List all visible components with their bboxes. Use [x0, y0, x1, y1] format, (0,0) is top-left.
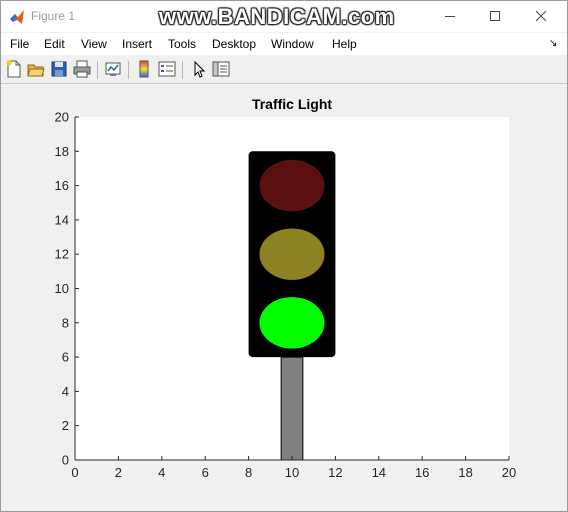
y-tick-label: 20 [55, 110, 69, 125]
menu-window[interactable]: Window [271, 37, 314, 51]
matlab-logo-icon [10, 10, 24, 24]
x-tick-label: 20 [502, 465, 516, 480]
toolbar-separator [97, 61, 98, 79]
y-tick-label: 2 [62, 418, 69, 433]
new-figure-icon[interactable] [5, 60, 23, 78]
bandicam-watermark: www.BANDICAM.com [159, 4, 395, 29]
close-button[interactable] [518, 1, 564, 32]
x-tick-label: 0 [71, 465, 78, 480]
edit-plot-arrow-icon[interactable] [190, 60, 208, 78]
menu-desktop[interactable]: Desktop [212, 37, 256, 51]
x-tick-label: 4 [158, 465, 165, 480]
title-bar[interactable]: Figure 1 www.BANDICAM.com [1, 1, 567, 32]
x-tick-label: 12 [328, 465, 342, 480]
light-yellow [259, 228, 325, 280]
insert-legend-icon[interactable] [158, 60, 176, 78]
figure-canvas[interactable]: 0 2 4 6 8 10 12 14 16 18 20 0 2 4 6 8 10 12 14 16 18 20 Traffi… [3, 85, 563, 507]
menu-insert[interactable]: Insert [122, 37, 152, 51]
figure-toolbar [1, 57, 567, 84]
menu-edit[interactable]: Edit [44, 37, 65, 51]
print-icon[interactable] [73, 60, 91, 78]
toolbar-separator [182, 61, 183, 79]
y-tick-label: 0 [62, 453, 69, 468]
y-tick-label: 8 [62, 315, 69, 330]
y-tick-label: 6 [62, 350, 69, 365]
toolbar-separator [128, 61, 129, 79]
property-inspector-icon[interactable] [212, 60, 230, 78]
minimize-button[interactable] [427, 1, 473, 32]
x-tick-label: 10 [285, 465, 299, 480]
figure-window: Figure 1 www.BANDICAM.com File Edit View… [0, 0, 568, 512]
y-tick-label: 12 [55, 247, 69, 262]
save-icon[interactable] [50, 60, 68, 78]
close-icon [536, 11, 546, 21]
menu-file[interactable]: File [10, 37, 29, 51]
dock-arrow-icon[interactable]: ↘ [549, 38, 557, 49]
menu-help[interactable]: Help [332, 37, 357, 51]
y-tick-label: 16 [55, 178, 69, 193]
x-tick-label: 8 [245, 465, 252, 480]
y-tick-label: 18 [55, 144, 69, 159]
open-file-icon[interactable] [27, 60, 45, 78]
insert-colorbar-icon[interactable] [135, 60, 153, 78]
x-tick-label: 2 [115, 465, 122, 480]
maximize-icon [490, 11, 500, 21]
y-tick-label: 10 [55, 281, 69, 296]
link-plot-icon[interactable] [104, 60, 122, 78]
x-tick-label: 18 [458, 465, 472, 480]
axes[interactable]: 0 2 4 6 8 10 12 14 16 18 20 0 2 4 6 8 10 12 14 16 18 20 Traffi… [3, 85, 563, 507]
y-tick-label: 4 [62, 384, 69, 399]
chart-title: Traffic Light [252, 96, 332, 112]
window-title: Figure 1 [31, 9, 76, 23]
x-tick-label: 14 [372, 465, 386, 480]
light-red [259, 159, 325, 212]
menu-view[interactable]: View [81, 37, 107, 51]
minimize-icon [445, 16, 455, 17]
menu-bar: File Edit View Insert Tools Desktop Wind… [1, 33, 567, 55]
traffic-light-pole [280, 356, 304, 461]
y-tick-label: 14 [55, 212, 69, 227]
x-tick-label: 6 [202, 465, 209, 480]
light-green [259, 297, 325, 349]
x-tick-label: 16 [415, 465, 429, 480]
maximize-button[interactable] [472, 1, 518, 32]
menu-tools[interactable]: Tools [168, 37, 196, 51]
